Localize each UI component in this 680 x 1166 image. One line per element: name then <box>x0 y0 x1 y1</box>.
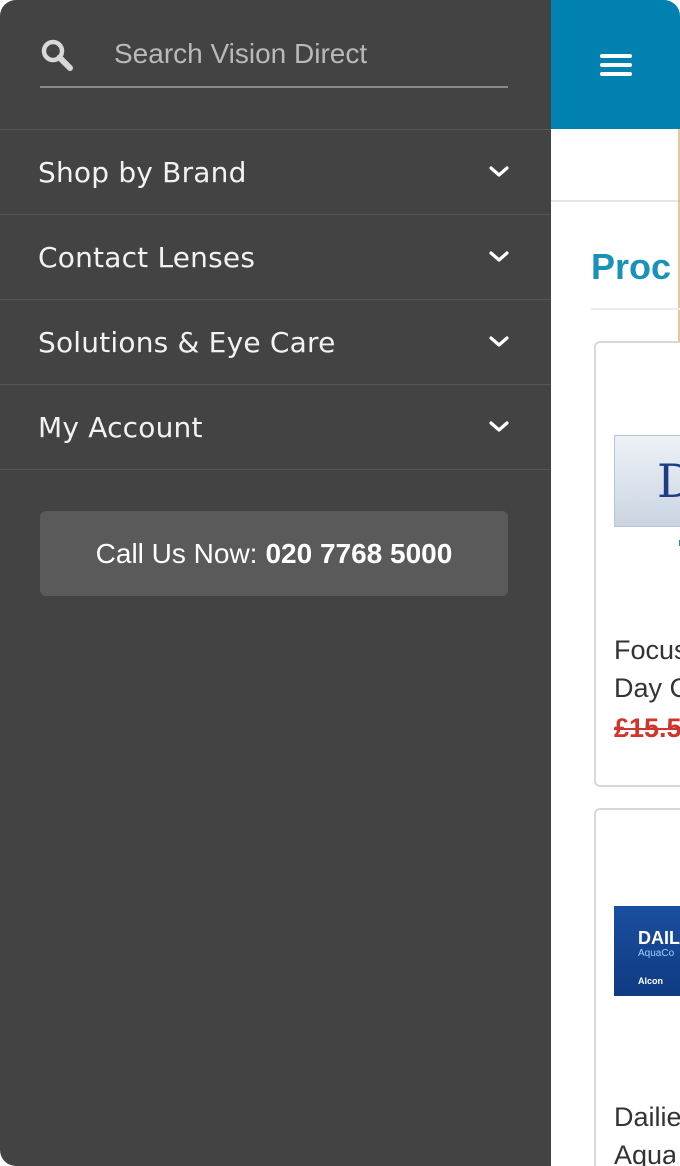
product-card[interactable]: D Focus Day C £15.5 <box>594 341 680 787</box>
menu-item-label: Solutions & Eye Care <box>38 325 336 359</box>
page-title: Proc <box>591 246 672 287</box>
product-old-price: £15.5 <box>614 713 680 743</box>
call-us-button[interactable]: Call Us Now: 020 7768 5000 <box>40 511 508 596</box>
top-header <box>551 0 680 129</box>
sub-header <box>551 129 680 202</box>
menu-item-label: Shop by Brand <box>38 155 247 189</box>
search-input[interactable] <box>114 34 504 74</box>
call-us-label: Call Us Now: <box>95 537 258 569</box>
chevron-down-icon <box>489 421 509 432</box>
menu-item-label: My Account <box>38 410 203 444</box>
product-title[interactable]: Focus Day C <box>614 631 680 707</box>
menu-item-my-account[interactable]: My Account <box>0 385 551 470</box>
hamburger-menu-icon[interactable] <box>600 54 632 76</box>
drawer-menu: Shop by Brand Contact Lenses Solutions &… <box>0 129 551 470</box>
menu-item-contact-lenses[interactable]: Contact Lenses <box>0 215 551 300</box>
page-content: Proc D Focus Day C £15.5 DAIL AquaCo Alc… <box>551 0 680 1166</box>
product-image[interactable]: DAIL AquaCo Alcon <box>614 906 680 996</box>
chevron-down-icon <box>489 251 509 262</box>
menu-item-solutions-eye-care[interactable]: Solutions & Eye Care <box>0 300 551 385</box>
product-title[interactable]: Dailie Aqua <box>614 1098 680 1166</box>
side-drawer: Shop by Brand Contact Lenses Solutions &… <box>0 0 551 1166</box>
menu-item-label: Contact Lenses <box>38 240 256 274</box>
call-us-number: 020 7768 5000 <box>265 537 453 569</box>
search-icon[interactable] <box>40 38 74 72</box>
product-card[interactable]: DAIL AquaCo Alcon Dailie Aqua <box>594 808 680 1166</box>
menu-item-shop-by-brand[interactable]: Shop by Brand <box>0 130 551 215</box>
chevron-down-icon <box>489 166 509 177</box>
divider <box>591 308 680 310</box>
chevron-down-icon <box>489 336 509 347</box>
screen: Shop by Brand Contact Lenses Solutions &… <box>0 0 680 1166</box>
product-image[interactable]: D <box>614 435 680 546</box>
search-bar <box>40 26 508 88</box>
